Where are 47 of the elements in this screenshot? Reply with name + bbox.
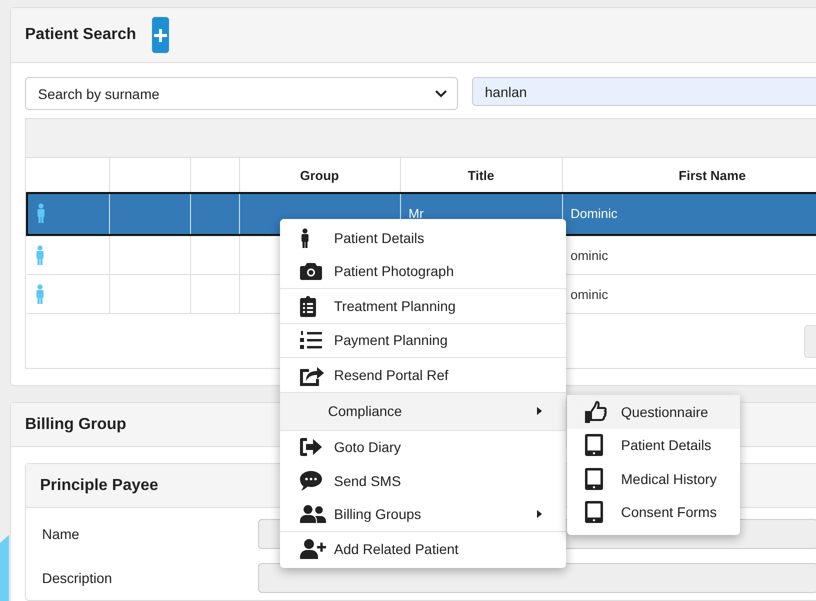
numbered-list-icon [300,331,322,350]
input-field[interactable] [258,563,816,593]
background-shape [0,535,9,601]
menu-item[interactable]: Send SMS [280,464,566,498]
menu-item[interactable]: Billing Groups [280,498,566,531]
column-header[interactable]: Title [468,168,494,182]
add-button[interactable] [152,17,170,53]
camera-icon [300,262,322,280]
menu-item[interactable]: Patient Details [567,428,740,462]
chevron-down-icon [434,90,447,98]
field-label: Description [42,570,114,586]
tablet-icon [585,468,603,490]
search-type-dropdown[interactable]: Search by surname [25,77,458,110]
menu-item[interactable]: Compliance [280,392,566,430]
thumbs-up-icon [585,400,607,423]
add-user-icon [300,538,326,559]
panel-title: Billing Group [25,416,126,434]
column-header[interactable]: Group [300,168,339,182]
menu-item[interactable]: Treatment Planning [280,289,566,322]
field-label: Name [42,526,80,542]
menu-item[interactable]: Payment Planning [280,324,566,357]
card-title: Principle Payee [40,476,158,494]
users-icon [300,505,326,524]
menu-item[interactable]: Questionnaire [567,395,740,428]
menu-item[interactable]: Resend Portal Ref [280,358,566,392]
person-icon [35,245,45,265]
menu-item[interactable]: Consent Forms [567,496,740,529]
tablet-icon [585,501,603,524]
search-field[interactable]: hanlan [472,77,816,106]
table-cell: Mr [408,206,424,220]
person-icon [36,203,46,223]
clipboard-icon [300,294,316,317]
table-cell: ominic [570,286,608,302]
tablet-icon [585,434,603,456]
table-cell: ominic [570,248,608,262]
plus-icon [154,28,168,42]
exit-arrow-icon [300,438,322,456]
panel-title: Patient Search [25,26,136,44]
menu-item[interactable]: Patient Photograph [280,254,566,288]
menu-item[interactable]: Goto Diary [280,430,566,464]
menu-item[interactable]: Add Related Patient [280,532,566,566]
person-icon [35,284,45,304]
chat-bubble-icon [300,470,322,491]
person-icon [300,228,310,248]
column-header[interactable]: First Name [678,168,746,182]
menu-item[interactable]: Medical History [567,462,740,496]
table-cell: Dominic [570,206,618,220]
